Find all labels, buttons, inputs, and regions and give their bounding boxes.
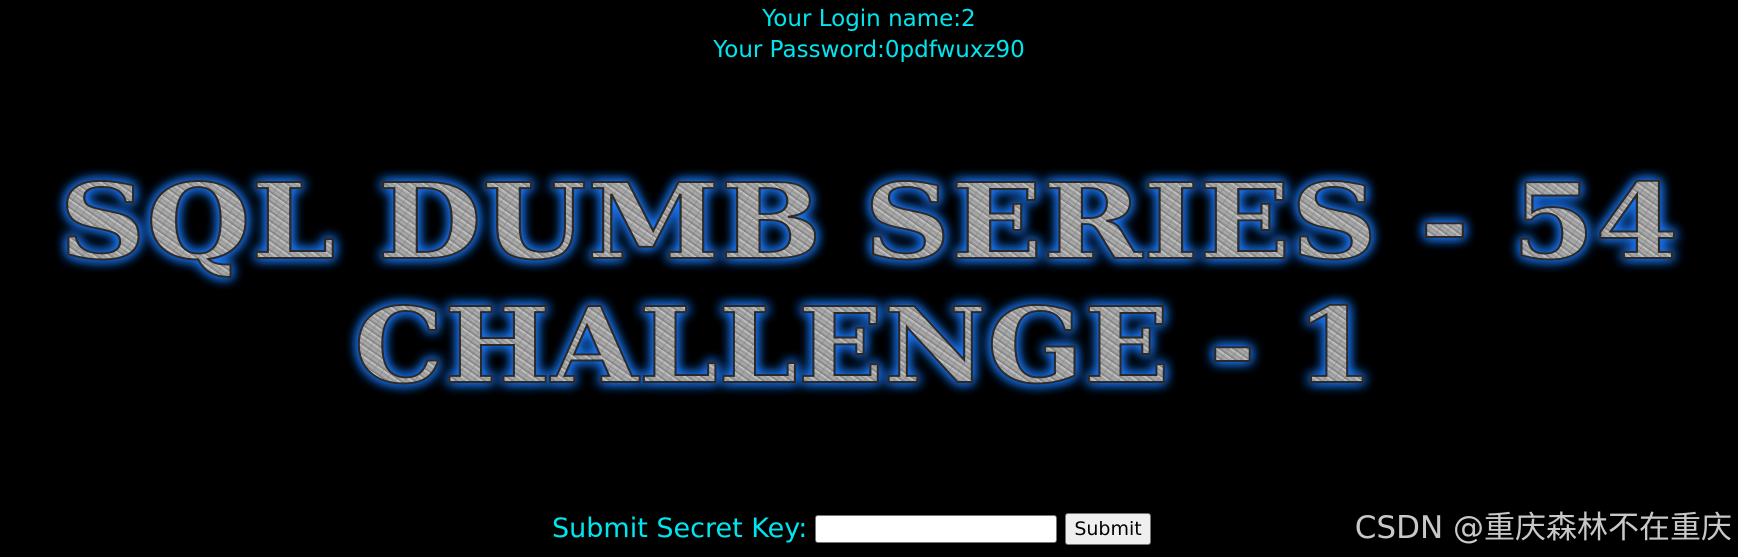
password-text: Your Password:0pdfwuxz90 — [713, 37, 1025, 63]
secret-key-form: Submit Secret Key: Submit — [552, 509, 1151, 549]
credentials-info: Your Login name:2 Your Password:0pdfwuxz… — [0, 4, 1738, 66]
login-name-text: Your Login name:2 — [762, 6, 976, 32]
banner-title-line2: CHALLENGE - 1 — [354, 284, 1374, 407]
challenge-banner-image: SQL DUMB SERIES - 54 CHALLENGE - 1 — [0, 150, 1738, 420]
secret-key-label: Submit Secret Key: — [552, 513, 808, 544]
challenge-page: Your Login name:2 Your Password:0pdfwuxz… — [0, 0, 1738, 557]
csdn-watermark: CSDN @重庆森林不在重庆 — [1354, 510, 1732, 546]
submit-button[interactable]: Submit — [1065, 513, 1151, 545]
banner-graphic: SQL DUMB SERIES - 54 CHALLENGE - 1 — [58, 159, 1680, 408]
banner-title-line1: SQL DUMB SERIES - 54 — [59, 160, 1679, 283]
secret-key-input[interactable] — [815, 515, 1058, 543]
